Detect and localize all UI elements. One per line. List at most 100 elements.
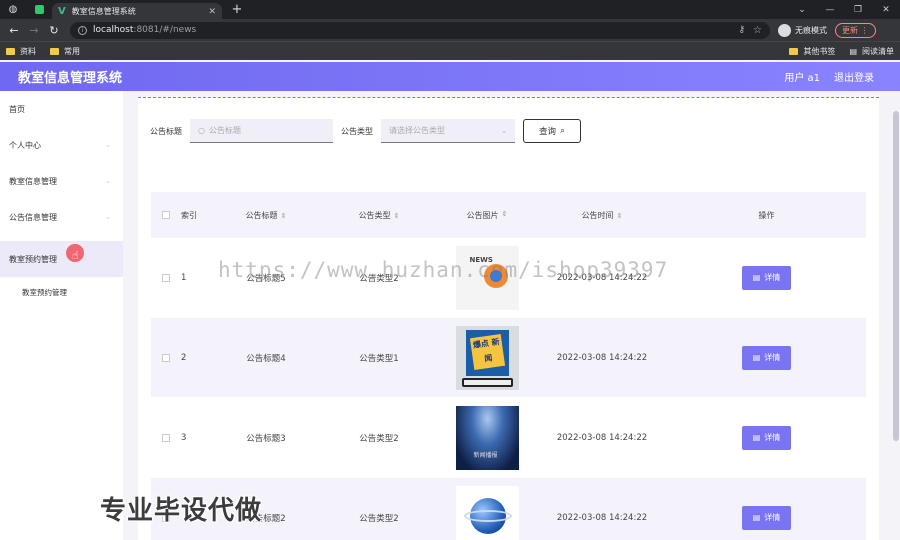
close-window-icon[interactable]: ✕	[872, 5, 900, 15]
update-button[interactable]: 更新 ⋮	[835, 22, 876, 38]
row-type: 公告类型2	[359, 433, 399, 444]
submenu-item-reservation[interactable]: 教室预约管理	[0, 277, 123, 307]
query-button[interactable]: 查询 ⌕	[523, 119, 581, 143]
pointer-hand-icon: ☝	[72, 249, 79, 262]
row-checkbox[interactable]	[162, 273, 170, 282]
sort-icon[interactable]: ⇕	[617, 212, 623, 220]
col-operation: 操作	[758, 210, 775, 220]
row-index: 3	[181, 432, 187, 443]
star-icon[interactable]: ☆	[753, 25, 762, 36]
bookmark-folder[interactable]: 常用	[50, 46, 80, 57]
type-filter-label: 公告类型	[341, 126, 373, 136]
folder-icon	[50, 47, 59, 55]
row-type: 公告类型2	[359, 513, 399, 524]
table-header: 索引 公告标题 ⇕ 公告类型 ⇕ 公告图片 ⇕ 公告时间 ⇕ 操作	[151, 192, 866, 238]
document-icon: ▤	[752, 353, 761, 362]
sort-icon[interactable]: ⇕	[281, 212, 287, 220]
row-index: 2	[181, 352, 187, 363]
folder-icon	[789, 47, 799, 55]
row-checkbox[interactable]	[162, 353, 170, 362]
type-select[interactable]: 请选择公告类型 ⌄	[381, 119, 515, 143]
table-row: 2 公告标题4 公告类型1 爆点 新闻 2022-03-08 14:24:22 …	[151, 318, 866, 398]
row-title: 公告标题3	[246, 433, 286, 444]
document-icon: ▤	[752, 273, 761, 282]
new-tab-icon[interactable]: +	[230, 2, 244, 17]
detail-button[interactable]: ▤ 详情	[742, 265, 791, 290]
col-time[interactable]: 公告时间 ⇕	[537, 210, 667, 221]
vue-logo-icon: V	[58, 6, 66, 17]
sidebar-item-reservation[interactable]: 教室预约管理 ☝	[0, 241, 123, 277]
browser-toolbar: ← → ↻ i localhost :8081/#/news ⚷ ☆ 无痕模式 …	[0, 19, 900, 41]
address-bar[interactable]: i localhost :8081/#/news ⚷ ☆	[70, 21, 770, 39]
url-path: :8081/#/news	[133, 25, 197, 35]
watermark: https://www.huzhan.com/ishop39397	[218, 258, 669, 282]
sheet-tab-icon[interactable]	[26, 0, 52, 19]
app-header: 教室信息管理系统 用户 a1 退出登录	[0, 62, 900, 91]
chevron-down-icon: ⌄	[105, 213, 111, 221]
promo-caption: 专业毕设代做	[100, 496, 263, 526]
col-image[interactable]: 公告图片 ⇕	[437, 210, 537, 221]
key-icon[interactable]: ⚷	[738, 25, 745, 35]
title-filter-label: 公告标题	[150, 126, 182, 136]
chevron-down-icon: ⌄	[501, 126, 507, 135]
sidebar-item-classroom[interactable]: 教室信息管理 ⌄	[0, 163, 123, 199]
globe-tab-icon[interactable]: ◍	[0, 0, 26, 19]
col-title[interactable]: 公告标题 ⇕	[211, 210, 321, 221]
row-time: 2022-03-08 14:24:22	[556, 352, 648, 363]
col-index: 索引	[181, 210, 197, 220]
sidebar-item-home[interactable]: 首页	[0, 91, 123, 127]
title-search-input[interactable]: ○ 公告标题	[190, 119, 333, 143]
detail-button[interactable]: ▤ 详情	[742, 505, 791, 530]
scrollbar[interactable]	[892, 91, 900, 540]
info-icon[interactable]: i	[78, 25, 87, 35]
content-panel: 公告标题 ○ 公告标题 公告类型 请选择公告类型 ⌄ 查询 ⌕ 索引 公告标题 ⇕…	[138, 97, 879, 540]
detail-button[interactable]: ▤ 详情	[742, 345, 791, 370]
url-host: localhost	[93, 25, 134, 35]
announcement-table: 索引 公告标题 ⇕ 公告类型 ⇕ 公告图片 ⇕ 公告时间 ⇕ 操作 1 公告标题5 公告…	[151, 192, 866, 540]
table-row: 3 公告标题3 公告类型2 新闻播报 2022-03-08 14:24:22 ▤…	[151, 398, 866, 478]
scrollbar-thumb[interactable]	[893, 111, 899, 441]
select-all-checkbox[interactable]	[162, 211, 170, 219]
sidebar-item-profile[interactable]: 个人中心 ⌄	[0, 127, 123, 163]
browser-tab-strip: ◍ V 教室信息管理系统 ✕ + ⌄ — ❐ ✕	[0, 0, 900, 20]
user-name: 用户 a1	[784, 73, 820, 84]
sidebar: 首页 个人中心 ⌄ 教室信息管理 ⌄ 公告信息管理 ⌄ 教室预约管理 ☝ 教室预约管理	[0, 91, 123, 540]
bookmark-folder[interactable]: 资料	[6, 46, 36, 57]
bookmarks-bar: 资料 常用 其他书签 ▤ 阅读清单	[0, 41, 900, 60]
col-type[interactable]: 公告类型 ⇕	[321, 210, 437, 221]
reload-icon[interactable]: ↻	[44, 24, 64, 37]
other-bookmarks[interactable]: 其他书签	[789, 46, 835, 57]
logout-link[interactable]: 退出登录	[834, 69, 874, 84]
browser-tab-active[interactable]: V 教室信息管理系统 ✕	[52, 3, 222, 20]
search-bar: 公告标题 ○ 公告标题 公告类型 请选择公告类型 ⌄ 查询 ⌕	[150, 119, 581, 143]
stage-image[interactable]: 新闻播报	[455, 405, 519, 470]
window-controls: ⌄ — ❐ ✕	[788, 5, 900, 15]
hot-news-image[interactable]: 爆点 新闻	[455, 325, 519, 390]
row-title: 公告标题4	[246, 353, 286, 364]
detail-button[interactable]: ▤ 详情	[742, 425, 791, 450]
row-checkbox[interactable]	[162, 433, 170, 442]
document-icon: ▤	[752, 513, 761, 522]
tab-title: 教室信息管理系统	[71, 7, 136, 16]
search-icon: ⌕	[559, 126, 566, 136]
tab-search-icon[interactable]: ⌄	[788, 5, 816, 15]
row-time: 2022-03-08 14:24:22	[556, 512, 648, 523]
minimize-icon[interactable]: —	[816, 5, 844, 15]
back-icon[interactable]: ←	[4, 24, 24, 37]
forward-icon[interactable]: →	[24, 24, 44, 37]
main-content: 公告标题 ○ 公告标题 公告类型 请选择公告类型 ⌄ 查询 ⌕ 索引 公告标题 ⇕…	[123, 91, 900, 540]
app-title: 教室信息管理系统	[18, 71, 123, 86]
chevron-down-icon: ⌄	[105, 141, 111, 149]
chevron-down-icon: ⌄	[105, 177, 111, 185]
incognito-indicator[interactable]: 无痕模式	[778, 23, 827, 37]
globe-image[interactable]	[455, 485, 519, 540]
close-tab-icon[interactable]: ✕	[208, 7, 216, 17]
row-type: 公告类型1	[359, 353, 399, 364]
incognito-icon	[778, 23, 791, 37]
reading-list[interactable]: ▤ 阅读清单	[849, 46, 894, 57]
sort-icon[interactable]: ⇕	[502, 210, 508, 221]
search-icon: ○	[198, 126, 205, 135]
sidebar-item-announcement[interactable]: 公告信息管理 ⌄	[0, 199, 123, 235]
restore-icon[interactable]: ❐	[844, 5, 872, 15]
sort-icon[interactable]: ⇕	[394, 212, 400, 220]
